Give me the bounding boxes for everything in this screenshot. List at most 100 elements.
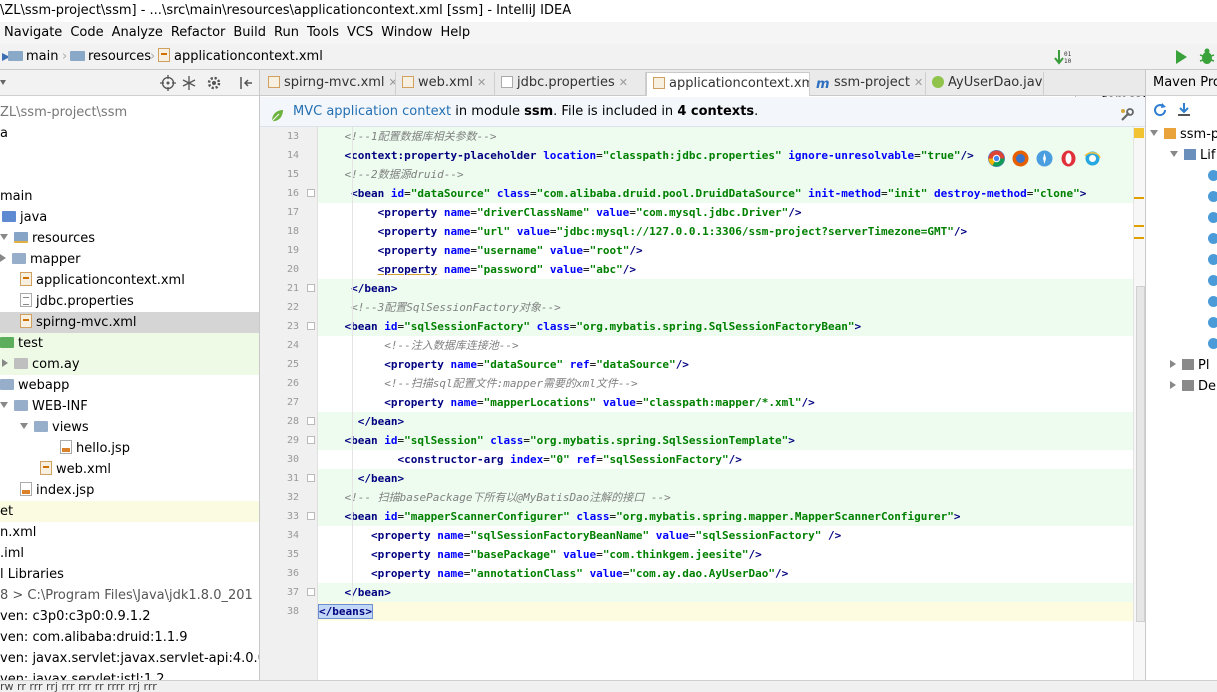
close-icon[interactable]: ✕ (914, 76, 923, 89)
warning-mark[interactable] (1134, 237, 1144, 239)
tree-item[interactable]: l Libraries (0, 564, 259, 585)
maven-tree-item[interactable] (1146, 187, 1217, 208)
tree-item[interactable]: webapp (0, 375, 259, 396)
code-line[interactable]: <bean id="mapperScannerConfigurer" class… (318, 507, 1145, 526)
code-line[interactable]: </bean> (318, 583, 1145, 602)
ie-icon[interactable] (1084, 150, 1101, 167)
menu-tools[interactable]: Tools (303, 22, 343, 44)
tree-item[interactable]: hello.jsp (0, 438, 259, 459)
collapse-arrow-icon[interactable] (0, 402, 8, 408)
collapse-arrow-icon[interactable] (0, 234, 8, 240)
firefox-icon[interactable] (1012, 150, 1029, 167)
maven-tree-item[interactable] (1146, 208, 1217, 229)
editor-scrollbar-thumb[interactable] (1136, 286, 1145, 622)
fold-marker-icon[interactable] (307, 474, 315, 482)
run-icon[interactable] (1173, 48, 1189, 66)
tree-item[interactable]: index.jsp (0, 480, 259, 501)
code-line[interactable]: <property name="basePackage" value="com.… (318, 545, 1145, 564)
code-line[interactable]: <bean id="sqlSessionFactory" class="org.… (318, 317, 1145, 336)
gear-icon[interactable] (206, 75, 222, 91)
maven-tree-item[interactable]: Lif (1146, 145, 1217, 166)
refresh-icon[interactable] (1152, 102, 1168, 118)
tree-item[interactable]: mapper (0, 249, 259, 270)
code-line[interactable]: <!--扫描sql配置文件:mapper需要的xml文件--> (318, 374, 1145, 393)
code-line[interactable]: <property name="annotationClass" value="… (318, 564, 1145, 583)
tree-item[interactable]: ven: c3p0:c3p0:0.9.1.2 (0, 606, 259, 627)
tab-jdbc-properties[interactable]: jdbc.properties ✕ (495, 72, 646, 96)
expand-arrow-icon[interactable] (1170, 381, 1176, 389)
locate-target-icon[interactable] (160, 75, 176, 91)
fold-marker-icon[interactable] (307, 436, 315, 444)
tree-item[interactable]: resources (0, 228, 259, 249)
code-line[interactable]: </bean> (318, 279, 1145, 298)
maven-tree-item[interactable] (1146, 334, 1217, 355)
chrome-icon[interactable] (988, 150, 1005, 167)
breadcrumb-file[interactable]: applicationcontext.xml (158, 44, 323, 70)
chevron-down-icon[interactable] (0, 77, 8, 92)
menu-code[interactable]: Code (66, 22, 107, 44)
hide-panel-icon[interactable] (238, 75, 254, 91)
tab-web-xml[interactable]: web.xml ✕ (396, 72, 495, 96)
code-line[interactable]: <!--3配置SqlSessionFactory对象--> (318, 298, 1145, 317)
collapse-arrow-icon[interactable] (1170, 151, 1178, 157)
maven-tree-item[interactable] (1146, 271, 1217, 292)
maven-tree-item[interactable]: De (1146, 376, 1217, 397)
tree-item[interactable] (0, 165, 259, 186)
close-icon[interactable]: ✕ (619, 76, 628, 89)
warning-indicator[interactable] (1134, 128, 1144, 138)
menu-analyze[interactable]: Analyze (108, 22, 167, 44)
menu-navigate[interactable]: Navigate (0, 22, 66, 44)
tree-item[interactable]: WEB-INF (0, 396, 259, 417)
debug-icon[interactable] (1197, 47, 1217, 67)
code-line[interactable]: <property name="sqlSessionFactoryBeanNam… (318, 526, 1145, 545)
tab-applicationcontext-xml[interactable]: applicationcontext.xml✕ (646, 72, 810, 96)
breadcrumb-resources[interactable]: resources (70, 44, 151, 70)
fold-marker-icon[interactable] (307, 322, 315, 330)
maven-tree-item[interactable] (1146, 166, 1217, 187)
tab-ssm-project[interactable]: m ssm-project ✕ (810, 72, 926, 96)
code-line[interactable]: <!-- 扫描basePackage下所有以@MyBatisDao注解的接口 -… (318, 488, 1145, 507)
fold-marker-icon[interactable] (307, 588, 315, 596)
tree-item[interactable]: views (0, 417, 259, 438)
code-line[interactable]: </beans> (318, 602, 1145, 621)
warning-mark[interactable] (1134, 197, 1144, 199)
tree-item[interactable]: a (0, 123, 259, 144)
code-line[interactable]: <bean id="sqlSession" class="org.mybatis… (318, 431, 1145, 450)
tree-item[interactable]: com.ay (0, 354, 259, 375)
tree-item[interactable]: applicationcontext.xml (0, 270, 259, 291)
code-line[interactable]: <property name="username" value="root"/> (318, 241, 1145, 260)
build-arrow-icon[interactable]: 01 10 (1054, 48, 1072, 66)
tree-item[interactable]: ven: com.alibaba:druid:1.1.9 (0, 627, 259, 648)
code-line[interactable]: <!--注入数据库连接池--> (318, 336, 1145, 355)
tree-item[interactable]: test (0, 333, 259, 354)
maven-tree-item[interactable] (1146, 250, 1217, 271)
tab-ayuserdao-java[interactable]: AyUserDao.java✕ (926, 72, 1044, 96)
menu-build[interactable]: Build (229, 22, 270, 44)
code-line[interactable]: <property name="password" value="abc"/> (318, 260, 1145, 279)
warning-mark[interactable] (1134, 225, 1144, 227)
menu-vcs[interactable]: VCS (343, 22, 377, 44)
tree-item[interactable]: 8 > C:\Program Files\Java\jdk1.8.0_201 (0, 585, 259, 606)
code-line[interactable]: <property name="url" value="jdbc:mysql:/… (318, 222, 1145, 241)
menu-help[interactable]: Help (436, 22, 474, 44)
code-editor[interactable]: 13 14 15 16 17 18 19 20 21 22 23 24 25 26 27 28 29 30 31 32… (260, 127, 1145, 680)
safari-icon[interactable] (1036, 150, 1053, 167)
tab-spirng-mvc-xml[interactable]: spirng-mvc.xml ✕ (262, 72, 396, 96)
menu-run[interactable]: Run (270, 22, 303, 44)
expand-arrow-icon[interactable] (0, 254, 6, 262)
code-line[interactable]: </bean> (318, 469, 1145, 488)
code-line[interactable]: <constructor-arg index="0" ref="sqlSessi… (318, 450, 1145, 469)
tree-item[interactable]: .iml (0, 543, 259, 564)
tree-item[interactable]: et (0, 501, 259, 522)
close-icon[interactable]: ✕ (389, 76, 395, 89)
collapse-arrow-icon[interactable] (1150, 130, 1158, 136)
tree-item[interactable]: web.xml (0, 459, 259, 480)
tree-item[interactable]: jdbc.properties (0, 291, 259, 312)
close-icon[interactable]: ✕ (477, 76, 486, 89)
tree-item[interactable]: ven: javax.servlet:javax.servlet-api:4.0… (0, 648, 259, 669)
maven-tree-item[interactable] (1146, 229, 1217, 250)
wrench-settings-icon[interactable] (1119, 105, 1135, 121)
tree-item[interactable]: java (0, 207, 259, 228)
fold-marker-icon[interactable] (307, 284, 315, 292)
expand-arrow-icon[interactable] (1170, 360, 1176, 368)
